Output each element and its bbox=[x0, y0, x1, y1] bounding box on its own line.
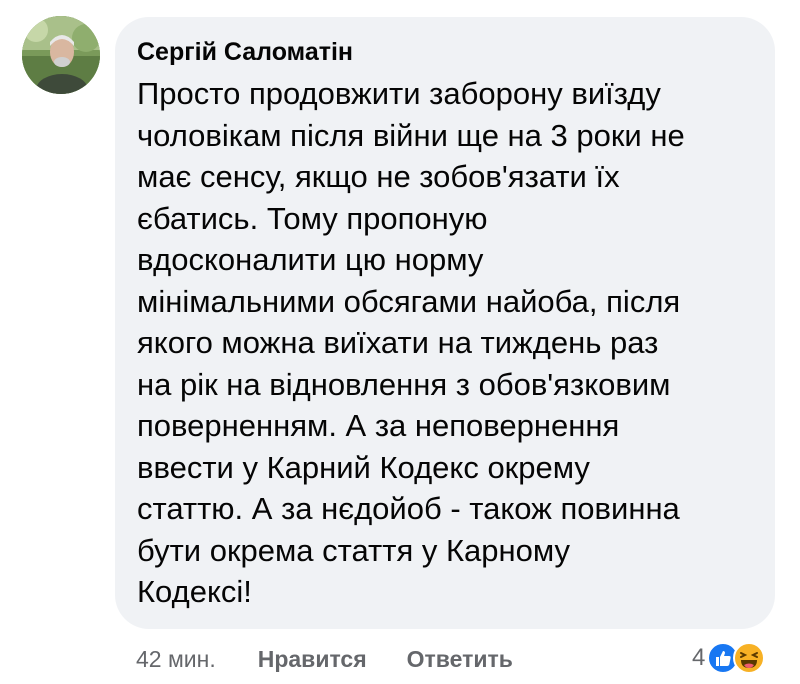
reaction-count: 4 bbox=[692, 644, 706, 671]
comment-text-line: чоловікам після війни ще на 3 роки не bbox=[137, 117, 685, 153]
comment-text-line: мінімальними обсягами найоба, після bbox=[137, 283, 681, 319]
reactions-summary[interactable]: 4 bbox=[692, 638, 766, 678]
haha-icon bbox=[733, 642, 766, 674]
comment-text-line: Кодексі! bbox=[137, 574, 252, 609]
comment-text-line: поверненням. А за неповернення bbox=[137, 408, 620, 443]
comment-text-line: якого можна виїхати на тиждень раз bbox=[137, 325, 659, 360]
avatar[interactable] bbox=[22, 16, 100, 94]
comment-actions: 42 мин. Нравится Ответить bbox=[136, 642, 513, 676]
like-button[interactable]: Нравится bbox=[258, 646, 367, 673]
comment-text-line: має сенсу, якщо не зобов'язати їх bbox=[137, 159, 620, 194]
comment-text-line: бути окрема стаття у Карному bbox=[137, 532, 571, 568]
comment-text-line: ввести у Карний Кодекс окрему bbox=[137, 449, 590, 485]
comment-timestamp[interactable]: 42 мин. bbox=[136, 646, 216, 673]
profile-photo bbox=[22, 16, 100, 94]
comment-text-line: Просто продовжити заборону виїзду bbox=[137, 76, 661, 111]
comment-text-line: на рік на відновлення з обов'язковим bbox=[137, 366, 671, 402]
comment-text-line: статтю. А за нєдойоб - також повинна bbox=[137, 491, 680, 526]
comment-text: Просто продовжити заборону виїзду чолові… bbox=[137, 73, 751, 613]
comment-text-line: єбатись. Тому пропоную bbox=[137, 200, 488, 236]
comment-bubble: Сергій Саломатін Просто продовжити забор… bbox=[115, 17, 775, 629]
comment-author[interactable]: Сергій Саломатін bbox=[137, 35, 751, 69]
reply-button[interactable]: Ответить bbox=[407, 646, 513, 673]
comment-text-line: вдосконалити цю норму bbox=[137, 242, 484, 277]
comment: Сергій Саломатін Просто продовжити забор… bbox=[0, 0, 800, 684]
